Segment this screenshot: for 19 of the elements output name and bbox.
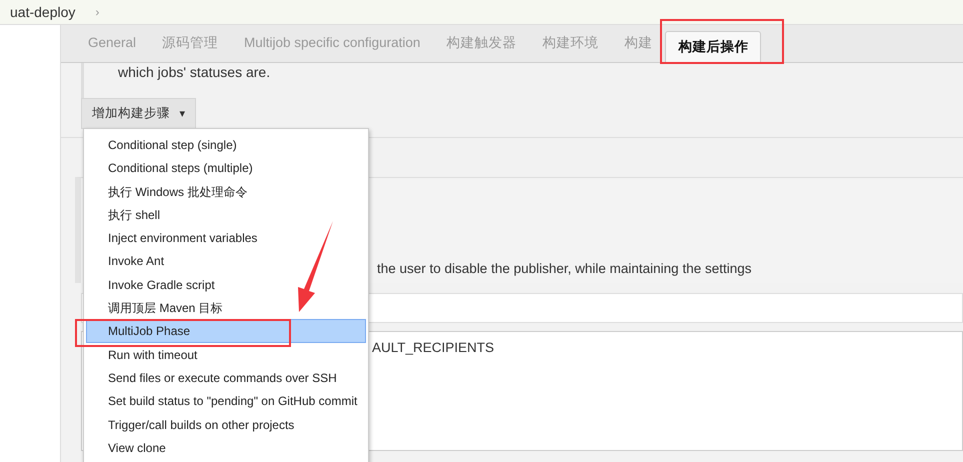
menu-item[interactable]: 执行 Windows 批处理命令	[86, 180, 252, 203]
breadcrumb-link[interactable]: uat-deploy	[10, 2, 76, 22]
menu-item[interactable]: Set build status to "pending" on GitHub commit	[86, 389, 362, 413]
tab[interactable]: 构建后操作	[665, 31, 762, 63]
menu-item[interactable]: Conditional steps (multiple)	[86, 156, 258, 180]
menu-item[interactable]: MultiJob Phase	[86, 319, 366, 343]
menu-item[interactable]: Trigger/call builds on other projects	[86, 412, 300, 436]
field-text: AULT_RECIPIENTS	[372, 340, 494, 355]
menu-item[interactable]: Send files or execute commands over SSH	[86, 366, 342, 390]
add-build-step-button[interactable]: 增加构建步骤 ▾	[81, 98, 196, 129]
menu-item[interactable]: Invoke Gradle script	[86, 272, 220, 296]
menu-item[interactable]: Run with timeout	[86, 342, 202, 366]
menu-item[interactable]: Invoke Ant	[86, 249, 170, 273]
help-text: the user to disable the publisher, while maintaining the settings	[377, 260, 752, 278]
menu-item[interactable]: 执行 shell	[86, 202, 166, 226]
menu-item[interactable]: Conditional step (single)	[86, 133, 242, 156]
menu-item[interactable]: 调用顶层 Maven 目标	[86, 296, 228, 320]
help-text: which jobs' statuses are.	[117, 63, 270, 82]
menu-item[interactable]: Inject environment variables	[86, 226, 262, 250]
